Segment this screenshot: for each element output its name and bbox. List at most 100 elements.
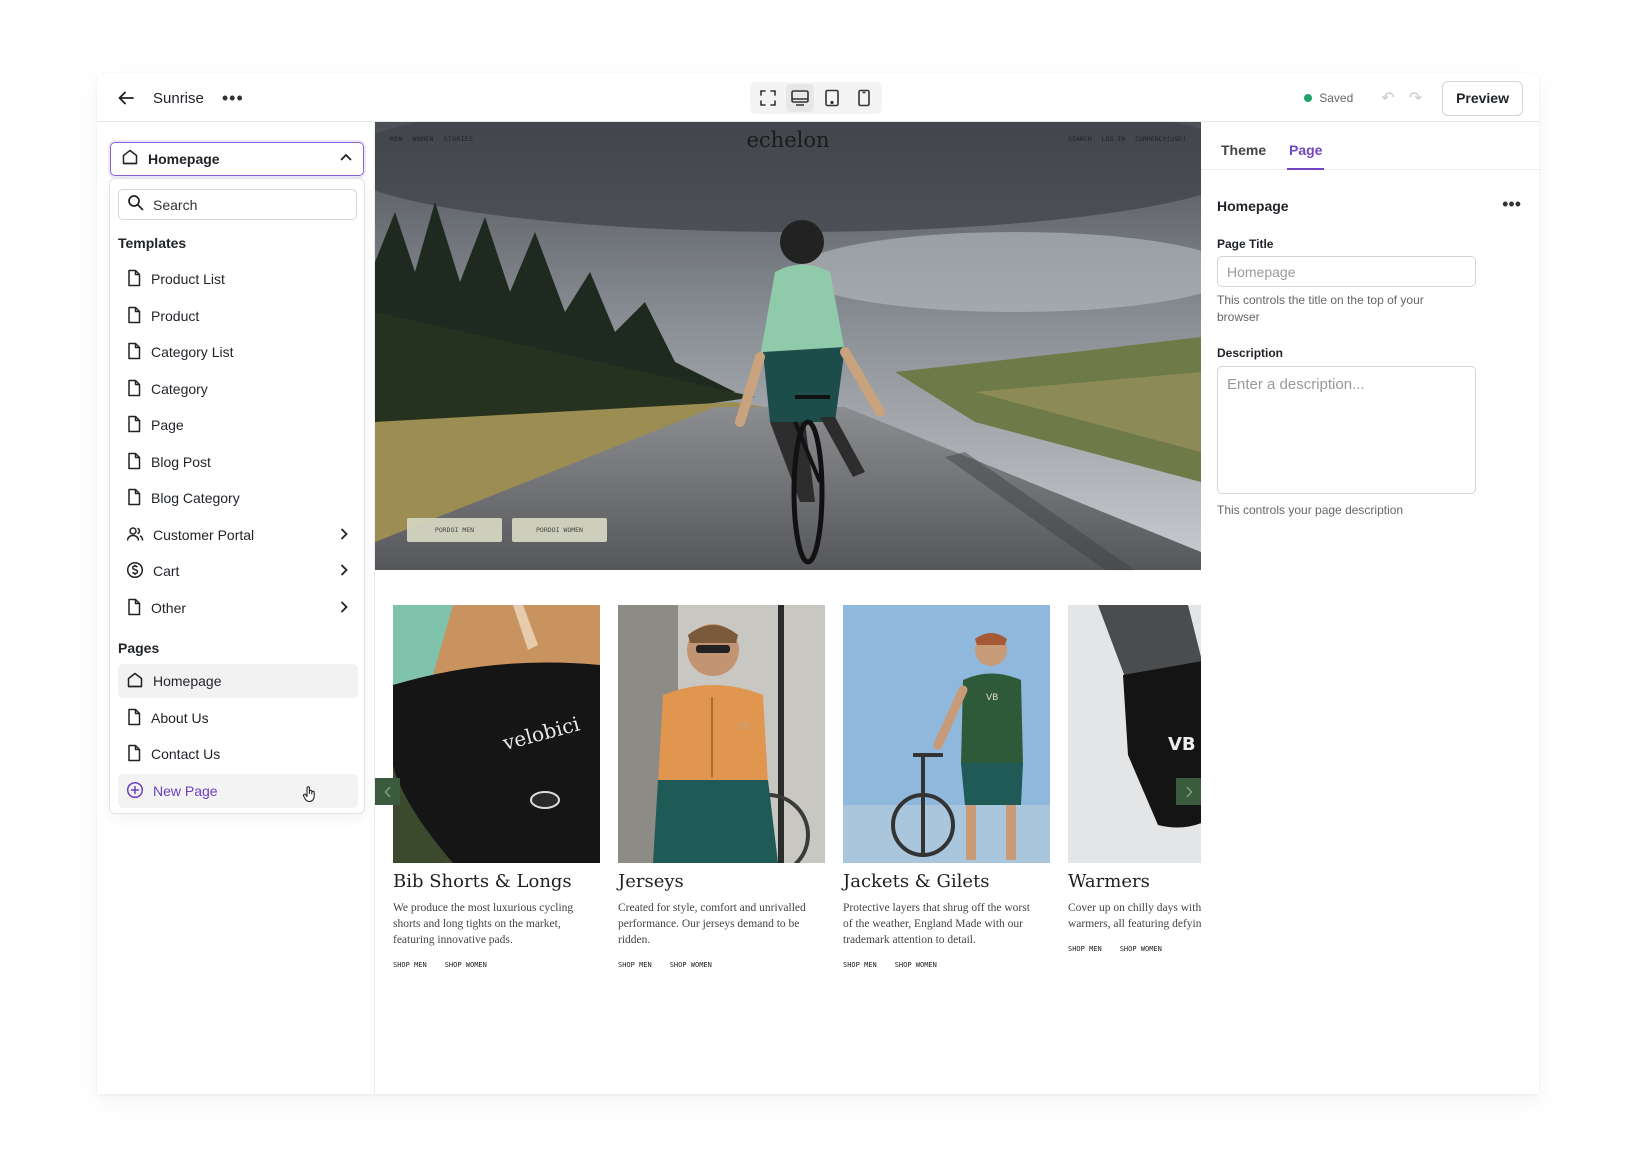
template-item-category[interactable]: Category [118,372,358,406]
shop-men-link[interactable]: SHOP MEN [1068,945,1102,953]
tab-theme[interactable]: Theme [1221,142,1266,158]
card-brand-text: VB [986,693,998,703]
card-description: Cover up on chilly days with luxury warm… [1068,902,1201,930]
shop-women-link[interactable]: SHOP WOMEN [1120,945,1162,953]
page-item-contact-us[interactable]: Contact Us [118,737,358,771]
plus-circle-icon [126,781,144,802]
left-panel: Homepage Templates Product List Product [97,122,375,1094]
chevron-up-icon [339,150,353,169]
card-title: Jerseys [618,871,684,892]
top-bar: Sunrise ••• Saved ↶ ↷ Preview [97,74,1539,122]
new-page-button[interactable]: New Page [118,774,358,808]
chevron-right-icon [338,600,350,617]
template-item-category-list[interactable]: Category List [118,335,358,369]
mobile-icon[interactable] [850,84,878,112]
card-image: VB [843,605,1050,863]
hero-photo [375,122,1201,570]
page-selector-label: Homepage [148,151,220,167]
card-description: Protective layers that shrug off the wor… [843,902,1030,946]
search-field[interactable] [118,189,357,220]
template-item-customer-portal[interactable]: Customer Portal [118,518,358,552]
card-image: VB [618,605,825,863]
template-label: Cart [153,563,180,579]
tab-page[interactable]: Page [1286,142,1325,170]
page-item-about-us[interactable]: About Us [118,701,358,735]
redo-icon[interactable]: ↷ [1409,88,1422,108]
card-title: Bib Shorts & Longs [393,871,572,892]
back-arrow-icon[interactable] [117,89,135,107]
page-label: About Us [151,710,209,726]
template-item-blog-category[interactable]: Blog Category [118,481,358,515]
page-title-help: This controls the title on the top of yo… [1217,293,1424,324]
site-nav-right: SEARCH LOG IN CURRENCY[USD] [1068,135,1186,143]
card-description: We produce the most luxurious cycling sh… [393,902,574,946]
shop-women-link[interactable]: SHOP WOMEN [445,961,487,969]
template-label: Customer Portal [153,527,255,543]
chevron-right-icon [338,563,350,580]
file-icon [126,452,142,473]
more-options-icon[interactable]: ••• [222,89,244,107]
tablet-icon[interactable] [818,84,846,112]
file-icon [126,306,142,327]
category-card[interactable]: velobici Bib Shorts & Longs We produce t… [393,605,600,969]
category-carousel: velobici Bib Shorts & Longs We produce t… [375,605,1201,1005]
card-brand-text: VB [736,722,750,733]
section-more-icon[interactable]: ••• [1502,194,1521,215]
section-title: Homepage [1217,198,1289,214]
chevron-right-icon [338,527,350,544]
hero-button-women[interactable]: PORDOI WOMEN [512,518,607,542]
template-item-blog-post[interactable]: Blog Post [118,445,358,479]
undo-icon[interactable]: ↶ [1381,88,1394,108]
card-image: VB [1068,605,1201,863]
carousel-next-arrow-icon[interactable] [1176,778,1201,805]
template-label: Blog Category [151,490,240,506]
template-item-other[interactable]: Other [118,591,358,625]
template-item-cart[interactable]: Cart [118,554,358,588]
page-dropdown: Templates Product List Product Category … [109,178,365,814]
category-card[interactable]: VB Jerseys Created for style, comfort an… [618,605,825,969]
search-input[interactable] [153,196,343,213]
desktop-icon[interactable] [786,84,814,112]
nav-link-currency[interactable]: CURRENCY[USD] [1135,135,1186,143]
preview-button[interactable]: Preview [1442,80,1523,116]
template-item-product[interactable]: Product [118,299,358,333]
template-item-page[interactable]: Page [118,408,358,442]
shop-men-link[interactable]: SHOP MEN [618,961,652,969]
shop-women-link[interactable]: SHOP WOMEN [895,961,937,969]
page-selector[interactable]: Homepage [110,142,364,176]
card-title: Jackets & Gilets [843,871,990,892]
home-icon [121,148,139,171]
card-brand-text: VB [1168,734,1196,755]
editor-window: Sunrise ••• Saved ↶ ↷ Preview Homepage S… [97,74,1539,1094]
description-help: This controls your page description [1217,503,1404,517]
hero-button-men[interactable]: PORDOI MEN [407,518,502,542]
shop-men-link[interactable]: SHOP MEN [843,961,877,969]
nav-link-search[interactable]: SEARCH [1068,135,1091,143]
template-label: Category [151,381,208,397]
description-textarea[interactable] [1217,366,1476,494]
template-label: Page [151,417,184,433]
shop-women-link[interactable]: SHOP WOMEN [670,961,712,969]
category-card[interactable]: VB Jackets & Gilets Protective layers th… [843,605,1050,969]
carousel-prev-arrow-icon[interactable] [375,778,400,805]
template-label: Product [151,308,200,324]
site-preview-canvas[interactable]: MEN WOMEN STORIES echelon SEARCH LOG IN … [375,122,1201,1094]
settings-panel: Theme Page Homepage ••• Page Title This … [1201,122,1539,1094]
site-name[interactable]: Sunrise [153,90,204,107]
file-icon [126,598,142,619]
fullscreen-icon[interactable] [754,84,782,112]
page-label: Homepage [153,673,222,689]
page-item-homepage[interactable]: Homepage [118,664,358,698]
template-item-product-list[interactable]: Product List [118,262,358,296]
template-label: Category List [151,344,234,360]
file-icon [126,342,142,363]
new-page-label: New Page [153,783,218,799]
nav-link-login[interactable]: LOG IN [1102,135,1125,143]
dollar-icon [126,561,144,582]
card-title: Warmers [1068,871,1150,892]
card-image: velobici [393,605,600,863]
templates-heading: Templates [118,235,187,251]
page-title-input[interactable] [1217,256,1476,287]
description-label: Description [1217,346,1284,360]
shop-men-link[interactable]: SHOP MEN [393,961,427,969]
